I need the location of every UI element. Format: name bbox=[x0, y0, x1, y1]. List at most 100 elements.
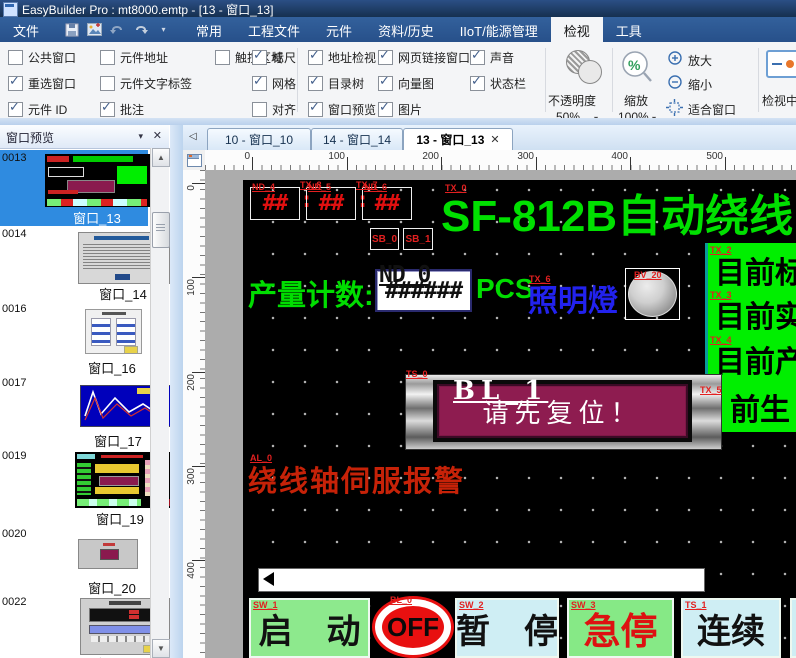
menu-bar: 文件 ▾ 常用 工程文件 元件 资料/历史 IIoT/能源管理 检视 工具 bbox=[0, 17, 796, 42]
window-preview-item-20[interactable]: 0020 窗口_20 bbox=[0, 526, 148, 594]
off-lamp-face: OFF bbox=[382, 606, 444, 648]
checkbox-element-id[interactable]: ✓元件 ID bbox=[8, 102, 67, 117]
menu-tab-project[interactable]: 工程文件 bbox=[235, 17, 313, 42]
scroll-left-icon[interactable] bbox=[263, 572, 274, 586]
element-id-label: TX_3 bbox=[710, 291, 732, 300]
redo-icon[interactable] bbox=[133, 22, 148, 37]
element-id-label: TS_1 bbox=[685, 601, 707, 610]
element-id-label: TX_5 bbox=[700, 386, 722, 395]
element-id-label: ND_4 bbox=[252, 183, 275, 192]
app-icon bbox=[3, 2, 18, 17]
title-bar: EasyBuilder Pro : mt8000.emtp - [13 - 窗口… bbox=[0, 0, 796, 17]
save-icon[interactable] bbox=[64, 22, 79, 37]
hmi-window-13-canvas[interactable]: ## : ## : ## ND_4 TX_8 ND_5 TX_7 ND_6 SB… bbox=[243, 180, 796, 658]
checkbox-annotation[interactable]: ✓批注 bbox=[100, 102, 144, 117]
window-16-thumbnail bbox=[85, 309, 142, 354]
menu-tab-file[interactable]: 文件 bbox=[0, 17, 52, 42]
zoom-out-icon bbox=[668, 75, 683, 90]
window-preview-item-13[interactable]: 0013 窗口_13 bbox=[0, 150, 148, 226]
checkbox-picture[interactable]: ✓图片 bbox=[378, 102, 422, 117]
emergency-stop-button[interactable]: 急停 SW_3 bbox=[567, 598, 674, 658]
scrollbar-thumb[interactable] bbox=[152, 212, 170, 248]
checkbox-grid[interactable]: ✓网格 bbox=[252, 76, 296, 91]
checkbox-web-link-window[interactable]: ✓网页链接窗口 bbox=[378, 50, 470, 65]
continuous-button[interactable]: 连续 TS_1 bbox=[681, 598, 781, 658]
pcs-unit-label[interactable]: PCS bbox=[476, 273, 534, 305]
element-id-label: TX_2 bbox=[710, 246, 732, 255]
production-count-label[interactable]: 产量计数: bbox=[248, 272, 374, 314]
checkbox-ruler[interactable]: ✓标尺 bbox=[252, 50, 296, 65]
document-tab-bar: ◁ 10 - 窗口_10 14 - 窗口_14 13 - 窗口_13 ✕ bbox=[183, 125, 796, 151]
tab-window-14[interactable]: 14 - 窗口_14 bbox=[311, 128, 403, 150]
tab-window-13[interactable]: 13 - 窗口_13 ✕ bbox=[403, 128, 513, 150]
checkbox-element-address[interactable]: 元件地址 bbox=[100, 50, 168, 65]
element-id-label: BL_1 bbox=[453, 387, 548, 396]
menu-tab-home[interactable]: 常用 bbox=[183, 17, 235, 42]
lamp-indicator[interactable]: BV_20 bbox=[625, 268, 680, 320]
checkbox-align[interactable]: 对齐 bbox=[252, 102, 296, 117]
checkbox-common-window[interactable]: 公共窗口 bbox=[8, 50, 76, 65]
window-preview-item-19[interactable]: 0019 窗口_19 bbox=[0, 448, 148, 526]
zoom-in-icon bbox=[668, 51, 683, 66]
checkbox-window-preview[interactable]: ✓窗口预览 bbox=[308, 102, 376, 117]
checkbox-vector-graphics[interactable]: ✓向量图 bbox=[378, 76, 434, 91]
window-preview-item-16[interactable]: 0016 窗口_16 bbox=[0, 301, 148, 375]
vertical-ruler: 0 100 200 300 400 bbox=[183, 170, 206, 658]
clipped-button-edge[interactable] bbox=[790, 598, 796, 658]
undo-icon[interactable] bbox=[110, 22, 125, 37]
panel-title: 窗口预览 bbox=[6, 129, 54, 146]
window-preview-item-22[interactable]: 0022 窗口_22 bbox=[0, 594, 148, 658]
window-preview-item-17[interactable]: 0017 窗口_17 bbox=[0, 375, 148, 448]
tab-window-10[interactable]: 10 - 窗口_10 bbox=[207, 128, 311, 150]
window-properties-icon bbox=[187, 154, 202, 167]
panel-splitter[interactable] bbox=[170, 125, 183, 658]
checkbox-status-bar[interactable]: ✓状态栏 bbox=[470, 76, 526, 91]
message-display-screen[interactable]: 请先复位！ BL_1 bbox=[437, 384, 688, 438]
element-id-label: TX_4 bbox=[710, 336, 732, 345]
element-id-label: TX_0 bbox=[445, 184, 467, 193]
hmi-title-text[interactable]: SF-812B自动绕线 bbox=[441, 180, 796, 244]
checkbox-element-text-label[interactable]: 元件文字标签 bbox=[100, 76, 192, 91]
ruler-corner-button[interactable] bbox=[183, 150, 206, 171]
easybuilder-window: EasyBuilder Pro : mt8000.emtp - [13 - 窗口… bbox=[0, 0, 796, 658]
quick-access-toolbar: ▾ bbox=[52, 17, 183, 42]
scrollbar-down-icon[interactable]: ▼ bbox=[152, 639, 170, 658]
menu-tab-object[interactable]: 元件 bbox=[313, 17, 365, 42]
checkbox-sound[interactable]: ✓声音 bbox=[470, 50, 514, 65]
production-count-display[interactable]: ###### ND_0 bbox=[375, 269, 472, 312]
export-image-icon[interactable] bbox=[87, 22, 102, 37]
message-display-bezel[interactable]: 请先复位！ BL_1 bbox=[405, 374, 722, 450]
tab-close-icon[interactable]: ✕ bbox=[490, 133, 499, 146]
element-id-label: ND_5 bbox=[308, 183, 331, 192]
menu-tab-view[interactable]: 检视 bbox=[551, 17, 603, 42]
pause-button[interactable]: 暂 停 SW_2 bbox=[455, 598, 559, 658]
quick-access-dropdown-icon[interactable]: ▾ bbox=[156, 22, 171, 37]
element-id-label: SW_2 bbox=[459, 601, 484, 610]
scrollbar-up-icon[interactable]: ▲ bbox=[152, 148, 170, 167]
svg-text:%: % bbox=[628, 57, 641, 73]
set-bit-sb1[interactable]: SB_1 bbox=[403, 228, 433, 250]
sidebar-scrollbar[interactable]: ▲ ▼ bbox=[150, 148, 169, 658]
checkbox-reselect-window[interactable]: ✓重选窗口 bbox=[8, 76, 76, 91]
off-lamp-button[interactable]: OFF BL_0 bbox=[372, 596, 454, 658]
panel-dropdown-icon[interactable]: ▾ bbox=[138, 131, 143, 142]
element-id-label: TX_6 bbox=[529, 275, 551, 284]
panel-close-icon[interactable]: ✕ bbox=[153, 129, 162, 142]
menu-tab-tool[interactable]: 工具 bbox=[603, 17, 655, 42]
element-id-label: ND_6 bbox=[364, 183, 387, 192]
start-button[interactable]: 启 动 SW_1 bbox=[249, 598, 370, 658]
set-bit-sb0[interactable]: SB_0 bbox=[370, 228, 399, 250]
checkbox-address-view[interactable]: ✓地址检视 bbox=[308, 50, 376, 65]
menu-tab-iiot-energy[interactable]: IIoT/能源管理 bbox=[447, 17, 551, 42]
element-id-label: TS_0 bbox=[406, 370, 428, 379]
element-id-label: SW_3 bbox=[571, 601, 596, 610]
menu-tab-data-history[interactable]: 资料/历史 bbox=[365, 17, 447, 42]
element-id-label: BV_20 bbox=[634, 271, 662, 280]
servo-alarm-text[interactable]: 绕线轴伺服报警 bbox=[248, 458, 465, 500]
window-preview-header: 窗口预览 ▾ ✕ bbox=[0, 125, 169, 149]
window-preview-item-14[interactable]: 0014 窗口_14 bbox=[0, 226, 148, 301]
checkbox-directory-tree[interactable]: ✓目录树 bbox=[308, 76, 364, 91]
element-id-label: BL_0 bbox=[390, 596, 412, 605]
tab-scroll-left-icon[interactable]: ◁ bbox=[189, 131, 197, 142]
alarm-scrollbar[interactable] bbox=[258, 568, 705, 592]
